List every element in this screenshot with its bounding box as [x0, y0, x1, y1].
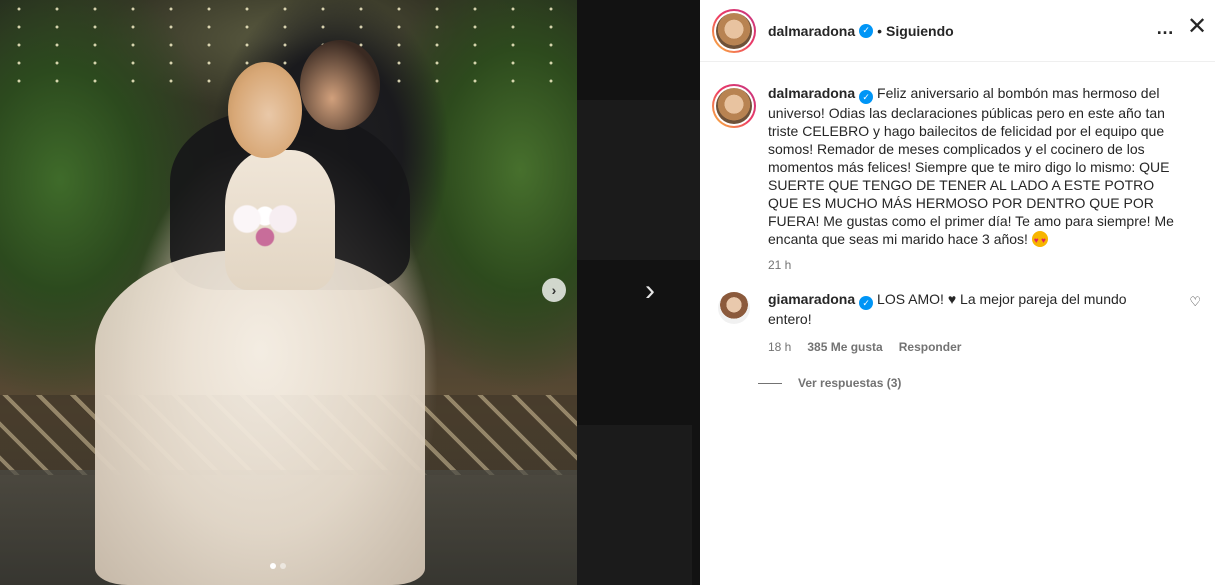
- view-replies-button[interactable]: Ver respuestas (3): [758, 376, 1215, 390]
- bouquet: [220, 195, 310, 255]
- following-button[interactable]: Siguiendo: [886, 23, 954, 39]
- caption-username[interactable]: dalmaradona: [768, 85, 855, 101]
- next-post-icon[interactable]: ›: [645, 276, 655, 306]
- comment-meta: 18 h 385 Me gusta Responder: [768, 338, 1168, 356]
- background-post: [577, 100, 700, 260]
- reply-button[interactable]: Responder: [899, 338, 962, 356]
- background-post: [577, 425, 692, 585]
- avatar[interactable]: [712, 8, 756, 53]
- like-comment-heart-icon[interactable]: ♡: [1189, 294, 1201, 310]
- post-side-panel: dalmaradona ✓ • Siguiendo … ✕ dalmaradon…: [700, 0, 1215, 585]
- modal-backdrop: [577, 0, 700, 585]
- carousel-dot: [280, 563, 286, 569]
- more-options-icon[interactable]: …: [1156, 18, 1175, 39]
- caption-text: Feliz aniversario al bombón mas hermoso …: [768, 85, 1174, 247]
- avatar-image: [716, 12, 752, 49]
- comment-avatar[interactable]: [718, 292, 750, 324]
- separator-dot: •: [877, 22, 883, 39]
- bride-head: [228, 62, 302, 158]
- caption-timestamp[interactable]: 21 h: [768, 256, 1178, 274]
- post-caption: dalmaradona ✓ Feliz aniversario al bombón…: [700, 62, 1215, 274]
- carousel-dot: [270, 563, 276, 569]
- wedding-dress: [95, 250, 425, 585]
- verified-badge-icon: ✓: [859, 296, 874, 310]
- comment-likes[interactable]: 385 Me gusta: [807, 338, 882, 356]
- post-header: dalmaradona ✓ • Siguiendo … ✕: [700, 0, 1215, 62]
- post-photo[interactable]: ›: [0, 0, 577, 585]
- heart-eyes-emoji-icon: [1031, 231, 1048, 250]
- comment: giamaradona ✓ LOS AMO! ♥ La mejor pareja …: [700, 274, 1215, 356]
- comment-username[interactable]: giamaradona: [768, 291, 855, 307]
- verified-badge-icon: ✓: [859, 23, 874, 38]
- verified-badge-icon: ✓: [859, 90, 874, 104]
- next-photo-button[interactable]: ›: [542, 278, 566, 302]
- carousel-dots: [270, 563, 286, 569]
- comment-timestamp[interactable]: 18 h: [768, 338, 791, 356]
- caption-avatar[interactable]: [712, 84, 756, 128]
- avatar-image: [716, 88, 752, 124]
- header-username[interactable]: dalmaradona: [768, 23, 855, 39]
- close-icon[interactable]: ✕: [1183, 12, 1211, 41]
- groom-head: [300, 40, 380, 130]
- replies-divider: [758, 382, 782, 384]
- chevron-right-icon: ›: [551, 282, 557, 298]
- view-replies-label: Ver respuestas (3): [798, 376, 902, 390]
